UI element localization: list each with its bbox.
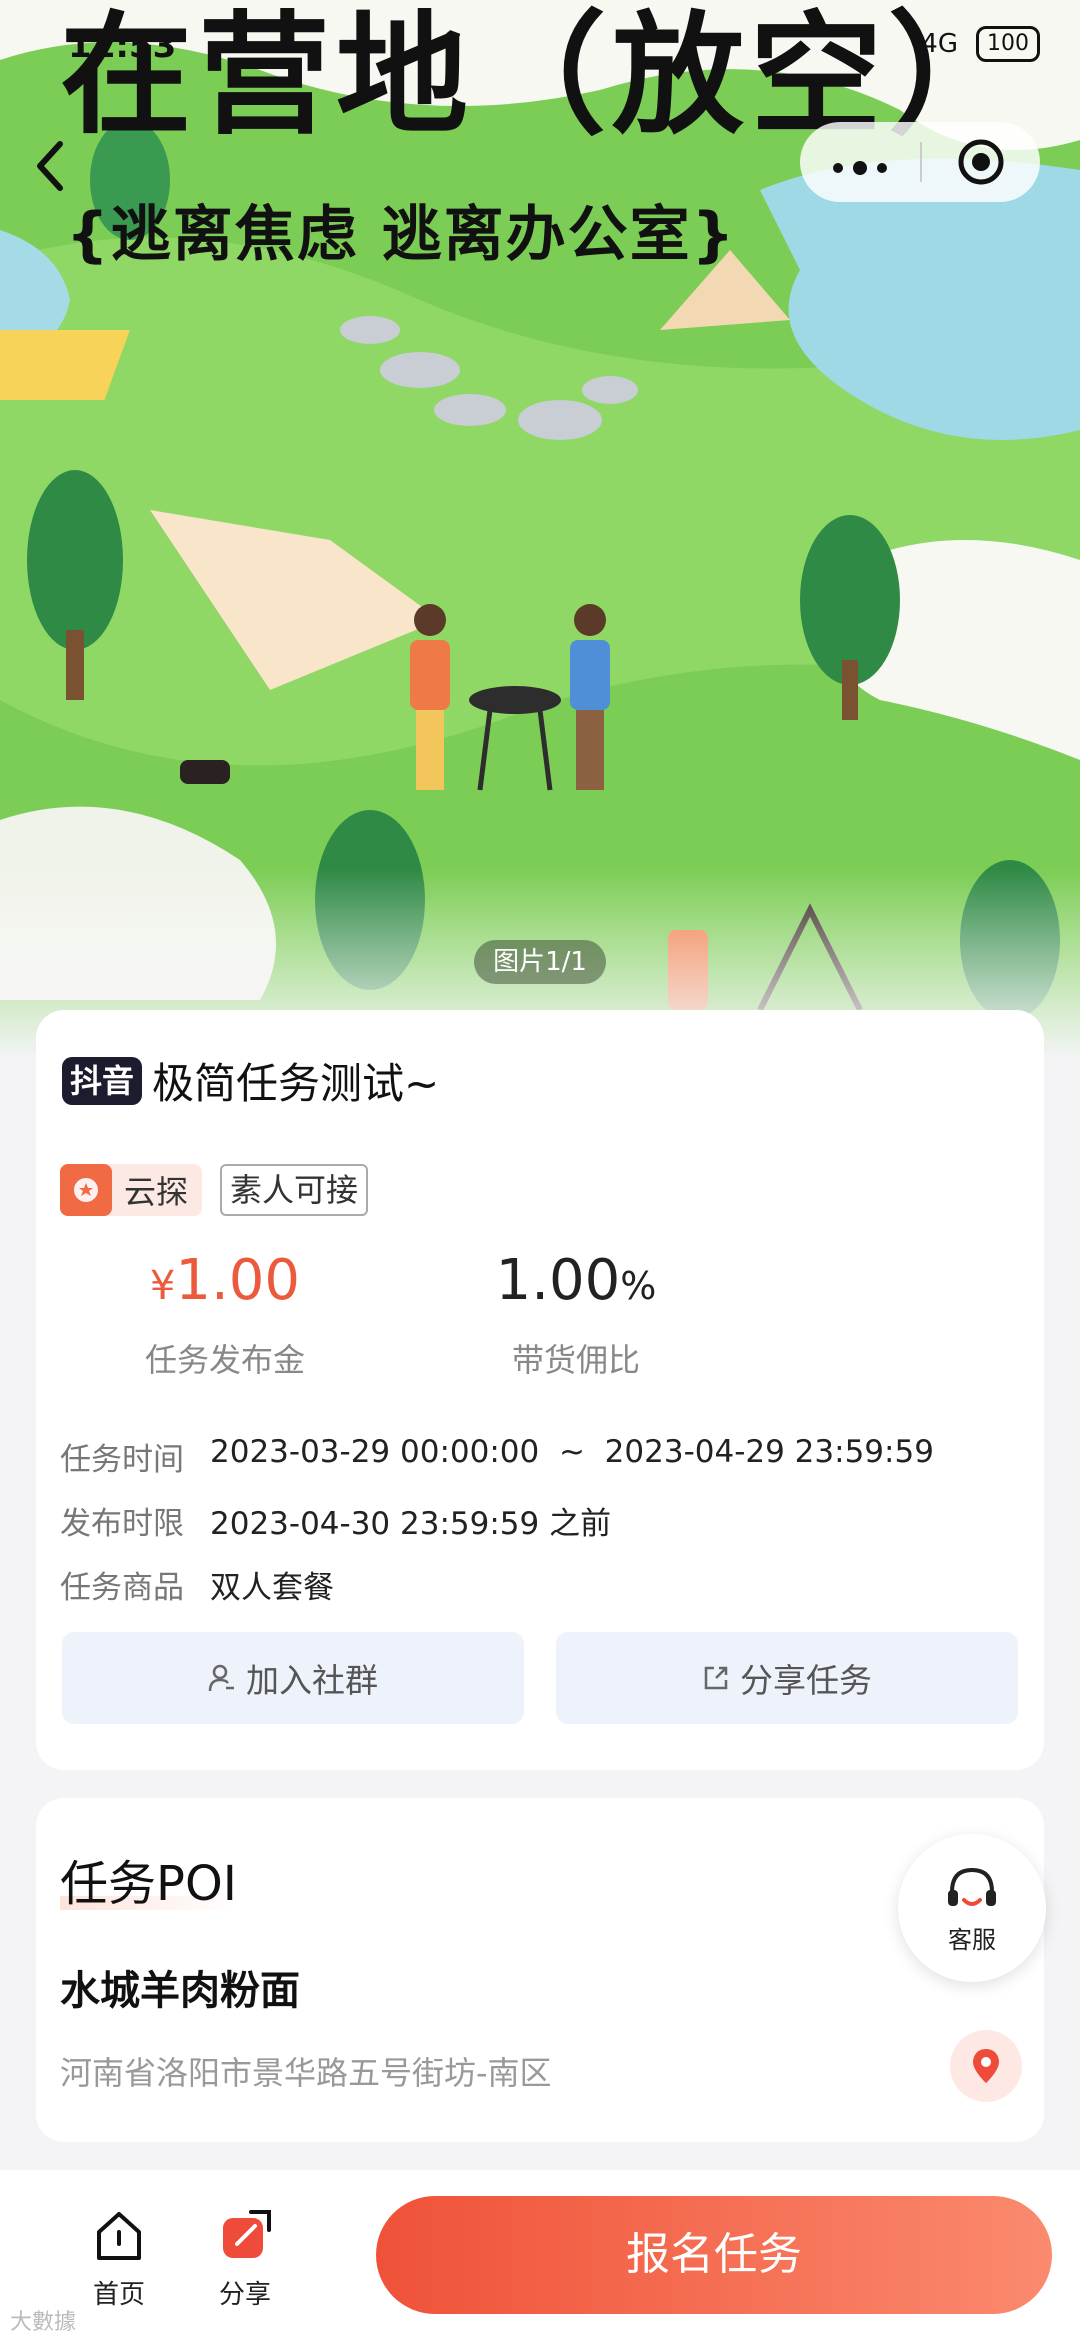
nav-share[interactable]: 分享 <box>200 2208 290 2311</box>
share-task-button[interactable]: 分享任务 <box>556 1632 1018 1724</box>
miniprogram-capsule <box>800 122 1040 202</box>
status-bar: 11:53 4G 100 <box>0 0 1080 90</box>
location-pin-icon <box>973 2049 999 2083</box>
douyin-badge: 抖音 <box>62 1056 143 1105</box>
task-time-label: 任务时间 <box>60 1442 184 1478</box>
task-title: 极简任务测试~ <box>152 1059 440 1108</box>
battery-icon: 100 <box>976 26 1040 62</box>
tag-cloud-label: 云探 <box>124 1173 189 1211</box>
image-counter: 图片1/1 <box>474 940 606 984</box>
target-close-icon <box>958 139 1004 185</box>
bottom-action-bar: 首页 分享 报名任务 <box>0 2170 1080 2340</box>
nav-home[interactable]: 首页 <box>74 2208 164 2311</box>
user-icon <box>208 1664 234 1692</box>
tag-cloud-explore: 云探 <box>60 1164 203 1216</box>
status-time: 11:53 <box>68 26 177 66</box>
task-tags: 云探 素人可接 <box>60 1164 369 1216</box>
more-button[interactable] <box>800 122 920 202</box>
signup-task-button[interactable]: 报名任务 <box>376 2196 1052 2314</box>
nav-share-label: 分享 <box>218 2280 271 2310</box>
commission-stat: 1.00% 带货佣比 <box>456 1246 696 1381</box>
join-group-label: 加入社群 <box>246 1661 378 1700</box>
more-dots-icon <box>833 161 887 175</box>
task-price-value: ¥1.00 <box>149 1248 301 1313</box>
product-value: 双人套餐 <box>210 1570 334 1606</box>
share-icon <box>704 1666 728 1690</box>
poi-title: 任务POI <box>60 1856 237 1912</box>
commission-label: 带货佣比 <box>511 1341 640 1379</box>
poi-address[interactable]: 河南省洛阳市景华路五号街坊-南区 <box>60 2048 552 2094</box>
task-price-label: 任务发布金 <box>144 1341 305 1379</box>
poi-card: 任务POI 水城羊肉粉面 河南省洛阳市景华路五号街坊-南区 <box>36 1798 1044 2142</box>
deadline-value: 2023-04-30 23:59:59 之前 <box>210 1506 612 1542</box>
hero-subtitle: {逃离焦虑 逃离办公室} <box>66 200 737 270</box>
deadline-row: 发布时限 2023-04-30 23:59:59 之前 <box>60 1498 611 1543</box>
close-miniprogram-button[interactable] <box>922 137 1040 187</box>
network-icon: 4G <box>921 29 958 59</box>
status-icons: 4G 100 <box>921 26 1040 62</box>
product-label: 任务商品 <box>60 1570 184 1606</box>
commission-value: 1.00% <box>495 1248 657 1313</box>
task-price-stat: ¥1.00 任务发布金 <box>120 1246 330 1381</box>
join-group-button[interactable]: 加入社群 <box>62 1632 524 1724</box>
customer-service-label: 客服 <box>948 1925 996 1954</box>
poi-location-button[interactable] <box>950 2030 1022 2102</box>
home-icon <box>97 2212 141 2260</box>
task-title-row: 抖音 极简任务测试~ <box>62 1050 439 1111</box>
chevron-left-icon <box>37 141 63 191</box>
headset-icon <box>948 1867 996 1906</box>
nav-home-label: 首页 <box>92 2280 145 2310</box>
product-row: 任务商品 双人套餐 <box>60 1562 334 1607</box>
tag-amateur: 素人可接 <box>220 1164 369 1216</box>
task-card: 抖音 极简任务测试~ 云探 素人可接 ¥1.00 任务发布金 1.00% 带货佣… <box>36 1010 1044 1770</box>
medal-icon <box>60 1164 112 1216</box>
back-button[interactable] <box>20 126 80 206</box>
deadline-label: 发布时限 <box>60 1506 184 1542</box>
share-edit-icon <box>223 2210 271 2258</box>
share-task-label: 分享任务 <box>740 1661 872 1700</box>
task-time-row: 任务时间 2023-03-29 00:00:00 ~ 2023-04-29 23… <box>60 1434 934 1479</box>
watermark: 大數據 <box>10 2310 77 2335</box>
task-time-value: 2023-03-29 00:00:00 ~ 2023-04-29 23:59:5… <box>210 1434 934 1470</box>
customer-service-button[interactable]: 客服 <box>898 1834 1046 1982</box>
poi-name[interactable]: 水城羊肉粉面 <box>60 1958 300 2016</box>
